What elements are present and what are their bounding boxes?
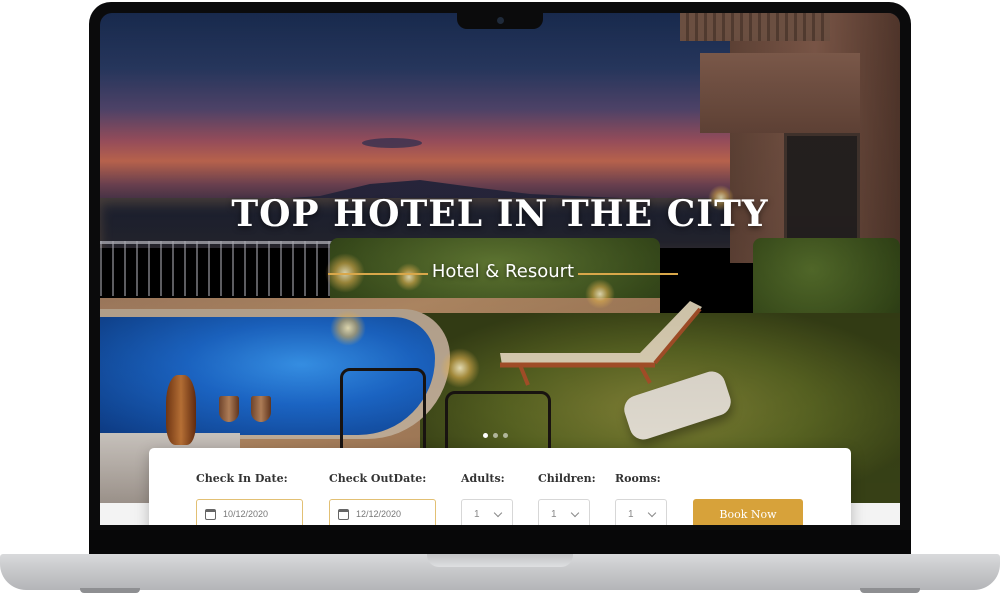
chevron-down-icon [570,508,580,518]
adults-label: Adults: [461,472,505,485]
rooms-value: 1 [628,509,634,520]
children-value: 1 [551,509,557,520]
rooms-label: Rooms: [615,472,661,485]
check-out-input[interactable]: 12/12/2020 [329,499,436,525]
rooms-select[interactable]: 1 [615,499,667,525]
children-label: Children: [538,472,596,485]
check-in-label: Check In Date: [196,472,288,485]
divider-line [578,273,678,275]
adults-select[interactable]: 1 [461,499,513,525]
chevron-down-icon [647,508,657,518]
laptop-foot [80,588,140,593]
check-out-value: 12/12/2020 [356,509,402,519]
children-select[interactable]: 1 [538,499,590,525]
slider-dot[interactable] [483,433,488,438]
laptop-opening-notch [427,554,573,567]
hero-title: TOP HOTEL IN THE CITY [231,193,769,235]
calendar-icon [338,509,349,520]
hero-image [100,13,900,503]
hero-subtitle: Hotel & Resourt [431,261,575,282]
chevron-down-icon [493,508,503,518]
calendar-icon [205,509,216,520]
check-out-label: Check OutDate: [329,472,427,485]
browser-screen: TOP HOTEL IN THE CITY Hotel & Resourt Ch… [100,13,900,525]
adults-value: 1 [474,509,480,520]
book-now-button[interactable]: Book Now [693,499,803,525]
booking-form: Check In Date: 10/12/2020 Check OutDate:… [149,448,851,525]
slider-dots [483,433,517,441]
check-in-input[interactable]: 10/12/2020 [196,499,303,525]
hero-subtitle-row: Hotel & Resourt [328,261,678,287]
slider-dot[interactable] [493,433,498,438]
camera-icon [497,17,504,24]
laptop-foot [860,588,920,593]
laptop-chin [89,530,911,554]
slider-dot[interactable] [503,433,508,438]
check-in-value: 10/12/2020 [223,509,269,519]
laptop-notch [457,12,543,29]
